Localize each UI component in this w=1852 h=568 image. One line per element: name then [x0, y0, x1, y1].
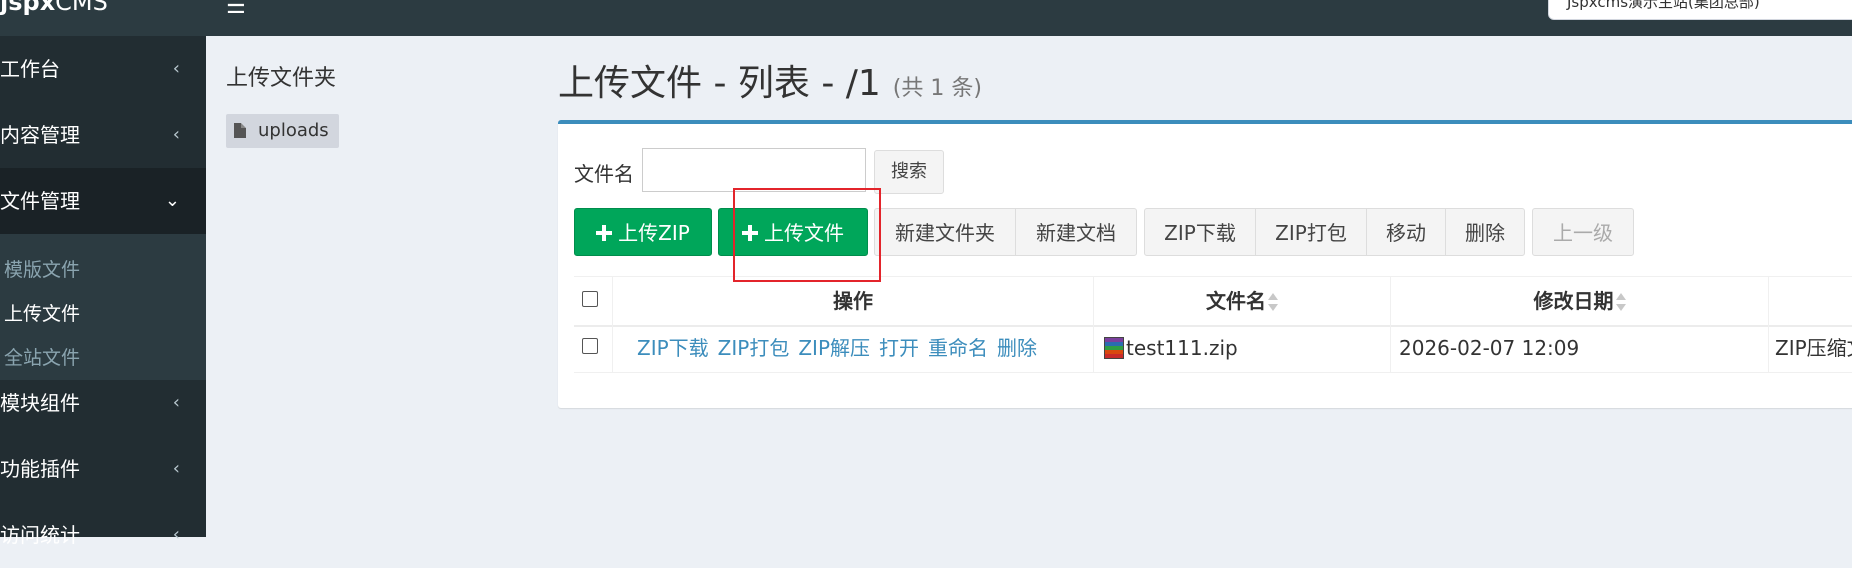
search-button[interactable]: 搜索	[874, 150, 944, 194]
folder-node-uploads[interactable]: uploads	[226, 114, 339, 148]
sidebar-item-content[interactable]: 内容管理 ‹	[0, 102, 206, 168]
search-label: 文件名	[574, 162, 634, 186]
sidebar-item-label: 功能插件	[0, 457, 80, 481]
sidebar-item-label: 工作台	[0, 57, 60, 81]
sidebar-subitem-templates[interactable]: 模版文件	[0, 248, 206, 292]
plus-icon	[596, 225, 613, 241]
row-type-cell: ZIP压缩文件	[1768, 324, 1852, 372]
chevron-down-icon: ⌄	[164, 190, 180, 211]
sidebar-item-plugins[interactable]: 功能插件 ‹	[0, 436, 206, 502]
op-zip-download-link[interactable]: ZIP下载	[637, 336, 709, 360]
op-open-link[interactable]: 打开	[879, 336, 919, 360]
page-title-text: 上传文件 - 列表 - /1	[558, 63, 881, 104]
zip-download-button[interactable]: ZIP下载	[1144, 208, 1256, 256]
new-folder-button[interactable]: 新建文件夹	[874, 208, 1016, 256]
op-delete-link[interactable]: 删除	[997, 336, 1037, 360]
sidebar-item-label: 内容管理	[0, 123, 80, 147]
file-name: test111.zip	[1126, 336, 1238, 360]
plus-icon	[742, 225, 758, 241]
button-label: 上传ZIP	[618, 221, 690, 245]
sidebar-item-label: 模块组件	[0, 391, 80, 415]
brand-logo[interactable]: jspxCMS	[0, 0, 108, 24]
file-list-box: 文件名 搜索 上传ZIP 上传文件 新建文件夹 新建文档 ZIP下载 ZIP打包…	[558, 120, 1852, 408]
delete-button[interactable]: 删除	[1445, 208, 1525, 256]
filename-search-input[interactable]	[642, 148, 866, 192]
zip-archive-icon	[1104, 337, 1124, 359]
chevron-left-icon: ‹	[172, 392, 180, 413]
header-checkbox-cell	[574, 277, 612, 325]
folder-panel-title: 上传文件夹	[226, 66, 337, 91]
table-header: 操作 文件名 修改日期	[574, 276, 1852, 327]
sidebar-item-modules[interactable]: 模块组件 ‹	[0, 370, 206, 436]
table-row: ZIP下载 ZIP打包 ZIP解压 打开 重命名 删除 test111.zip 2026-…	[574, 324, 1852, 373]
sidebar-item-label: 访问统计	[0, 523, 80, 547]
zip-pack-button[interactable]: ZIP打包	[1255, 208, 1367, 256]
button-label: 上传文件	[764, 221, 844, 245]
column-header-ops: 操作	[612, 277, 1093, 325]
site-selector[interactable]: Jspxcms演示主站(集团总部) ⌄	[1548, 0, 1852, 20]
select-all-checkbox[interactable]	[582, 291, 598, 307]
site-selector-value: Jspxcms演示主站(集团总部)	[1567, 0, 1760, 11]
chevron-left-icon: ‹	[172, 58, 180, 79]
sidebar-item-stats[interactable]: 访问统计 ‹	[0, 502, 206, 568]
upload-file-button[interactable]: 上传文件	[718, 208, 868, 256]
chevron-left-icon: ‹	[172, 458, 180, 479]
upload-zip-button[interactable]: 上传ZIP	[574, 208, 712, 256]
top-navbar: jspxCMS ☰ Jspxcms演示主站(集团总部) ⌄	[0, 0, 1852, 36]
sidebar: 工作台 ‹ 内容管理 ‹ 文件管理 ⌄ 模版文件 上传文件 全站文件 模块组件 …	[0, 36, 206, 547]
row-ops-cell: ZIP下载 ZIP打包 ZIP解压 打开 重命名 删除	[612, 324, 1093, 372]
row-name-cell[interactable]: test111.zip	[1093, 324, 1390, 372]
op-zip-pack-link[interactable]: ZIP打包	[718, 336, 790, 360]
new-document-button[interactable]: 新建文档	[1015, 208, 1137, 256]
chevron-left-icon: ‹	[172, 124, 180, 145]
parent-folder-button[interactable]: 上一级	[1532, 208, 1634, 256]
sort-icon	[1615, 293, 1626, 311]
column-header-label: 文件名	[1206, 289, 1266, 313]
sidebar-subitem-label: 上传文件	[4, 303, 81, 325]
sidebar-subitem-label: 模版文件	[4, 259, 81, 281]
folder-node-label: uploads	[258, 120, 329, 141]
row-checkbox[interactable]	[582, 338, 598, 354]
file-icon	[234, 123, 246, 138]
chevron-left-icon: ‹	[172, 524, 180, 545]
op-rename-link[interactable]: 重命名	[928, 336, 988, 360]
record-count: (共 1 条)	[892, 76, 982, 101]
column-header-label: 修改日期	[1533, 289, 1614, 313]
column-header-type	[1768, 277, 1852, 325]
sidebar-subitem-uploads[interactable]: 上传文件	[0, 292, 206, 336]
sidebar-item-label: 文件管理	[0, 189, 80, 213]
sidebar-item-workbench[interactable]: 工作台 ‹	[0, 36, 206, 102]
row-modified-cell: 2026-02-07 12:09	[1390, 324, 1768, 372]
sidebar-item-files[interactable]: 文件管理 ⌄	[0, 168, 206, 234]
menu-toggle-icon[interactable]: ☰	[226, 0, 246, 19]
sort-icon	[1268, 293, 1278, 311]
page-title: 上传文件 - 列表 - /1 (共 1 条)	[558, 54, 982, 106]
move-button[interactable]: 移动	[1366, 208, 1446, 256]
column-header-name[interactable]: 文件名	[1093, 277, 1390, 325]
column-header-modified[interactable]: 修改日期	[1390, 277, 1768, 325]
row-checkbox-cell	[574, 324, 612, 372]
op-zip-extract-link[interactable]: ZIP解压	[798, 336, 870, 360]
